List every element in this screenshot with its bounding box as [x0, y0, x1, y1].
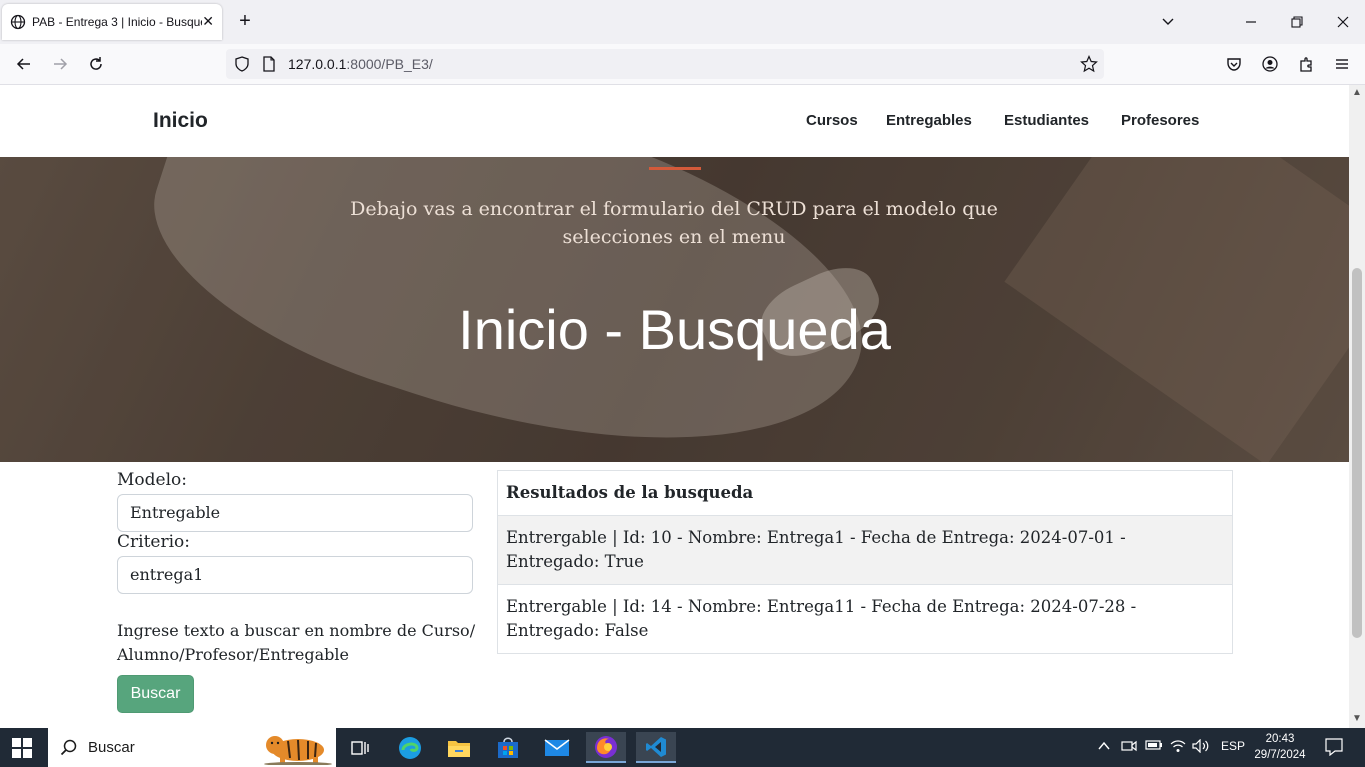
forward-arrow-icon[interactable] [48, 52, 72, 76]
store-icon[interactable] [488, 732, 528, 763]
list-item: Entrergable | Id: 10 - Nombre: Entrega1 … [498, 515, 1232, 584]
system-clock[interactable]: 20:43 29/7/2024 [1254, 731, 1306, 763]
notifications-icon[interactable] [1325, 738, 1343, 759]
browser-tab-strip: PAB - Entrega 3 | Inicio - Busqueda ✕ + [0, 0, 1365, 44]
url-host: 127.0.0.1 [288, 56, 347, 72]
results-header: Resultados de la busqueda [506, 483, 754, 502]
new-tab-button[interactable]: + [234, 10, 256, 32]
results-list: Resultados de la busqueda Entrergable | … [497, 470, 1233, 654]
page-viewport: Inicio Cursos Entregables Estudiantes Pr… [0, 85, 1349, 728]
pocket-icon[interactable] [1222, 52, 1246, 76]
extensions-icon[interactable] [1294, 52, 1318, 76]
clock-time: 20:43 [1265, 733, 1295, 745]
hero-header: Debajo vas a encontrar el formulario del… [0, 157, 1349, 462]
nav-link-cursos[interactable]: Cursos [806, 112, 858, 129]
tiger-illustration-icon [264, 736, 332, 765]
hero-title: Inicio - Busqueda [458, 298, 891, 361]
list-tabs-chevron-icon[interactable] [1156, 10, 1180, 34]
windows-taskbar: Buscar ESP 20:43 29/7/2024 [0, 728, 1365, 767]
task-view-icon[interactable] [340, 732, 380, 763]
search-icon [60, 739, 77, 756]
reload-icon[interactable] [84, 52, 108, 76]
url-path: :8000/PB_E3/ [346, 56, 433, 72]
close-tab-icon[interactable]: ✕ [202, 13, 214, 30]
search-section: Modelo: Entregable Criterio: entrega1 In… [0, 462, 1349, 728]
meet-now-camera-icon[interactable] [1121, 739, 1137, 756]
taskbar-search-box[interactable]: Buscar [48, 728, 336, 767]
list-item: Entrergable | Id: 14 - Nombre: Entrega11… [498, 584, 1232, 653]
site-navbar: Inicio Cursos Entregables Estudiantes Pr… [0, 85, 1349, 157]
page-scrollbar[interactable]: ▲ ▼ [1349, 85, 1365, 728]
criterio-label: Criterio: [117, 532, 190, 552]
input-language-indicator[interactable]: ESP [1221, 739, 1245, 753]
criterio-field[interactable]: entrega1 [117, 556, 473, 594]
browser-tab-active[interactable]: PAB - Entrega 3 | Inicio - Busqueda ✕ [2, 4, 222, 40]
windows-start-icon[interactable] [12, 738, 32, 758]
bookmark-star-icon[interactable] [1080, 55, 1098, 73]
scroll-down-arrow-icon[interactable]: ▼ [1352, 714, 1362, 724]
browser-toolbar: 127.0.0.1:8000/PB_E3/ [0, 44, 1365, 85]
hero-subtitle: Debajo vas a encontrar el formulario del… [350, 198, 998, 248]
site-brand-link[interactable]: Inicio [153, 109, 208, 133]
show-hidden-icons-chevron-icon[interactable] [1097, 739, 1111, 756]
vscode-icon[interactable] [636, 732, 676, 763]
globe-icon [10, 14, 26, 30]
back-arrow-icon[interactable] [12, 52, 36, 76]
nav-link-profesores[interactable]: Profesores [1121, 112, 1199, 129]
file-explorer-icon[interactable] [439, 732, 479, 763]
url-text: 127.0.0.1:8000/PB_E3/ [288, 56, 433, 72]
shield-icon[interactable] [234, 56, 250, 72]
restore-icon[interactable] [1285, 10, 1309, 34]
taskbar-search-placeholder: Buscar [88, 739, 135, 756]
edge-icon[interactable] [390, 732, 430, 763]
network-wifi-icon[interactable] [1170, 739, 1186, 756]
scrollbar-thumb[interactable] [1352, 268, 1362, 638]
page-icon[interactable] [262, 56, 276, 72]
modelo-label: Modelo: [117, 470, 187, 490]
nav-link-entregables[interactable]: Entregables [886, 112, 972, 129]
url-bar[interactable]: 127.0.0.1:8000/PB_E3/ [226, 49, 1104, 79]
battery-icon[interactable] [1145, 739, 1163, 754]
nav-link-estudiantes[interactable]: Estudiantes [1004, 112, 1089, 129]
volume-speaker-icon[interactable] [1192, 738, 1210, 756]
account-icon[interactable] [1258, 52, 1282, 76]
scroll-up-arrow-icon[interactable]: ▲ [1352, 88, 1362, 98]
hero-divider [649, 167, 701, 170]
firefox-icon[interactable] [586, 732, 626, 763]
minimize-icon[interactable] [1239, 10, 1263, 34]
tab-title: PAB - Entrega 3 | Inicio - Busqueda [32, 15, 202, 29]
modelo-field[interactable]: Entregable [117, 494, 473, 532]
mail-icon[interactable] [537, 732, 577, 763]
close-window-icon[interactable] [1331, 10, 1355, 34]
clock-date: 29/7/2024 [1254, 749, 1306, 761]
menu-hamburger-icon[interactable] [1330, 52, 1354, 76]
search-help-text: Ingrese texto a buscar en nombre de Curs… [117, 621, 476, 664]
buscar-button[interactable]: Buscar [117, 675, 194, 713]
